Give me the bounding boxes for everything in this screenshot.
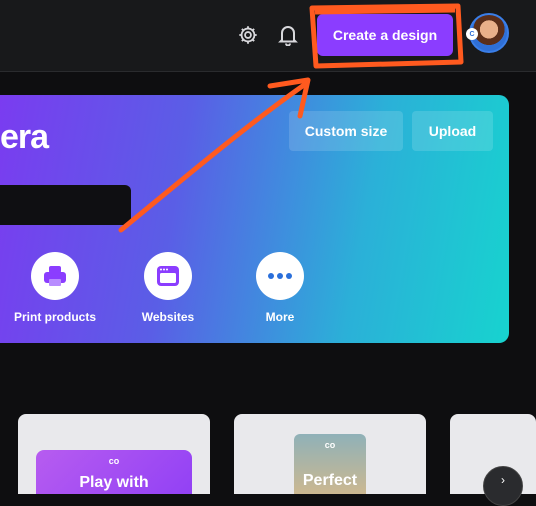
hero-title: era	[0, 118, 49, 156]
bell-icon[interactable]	[274, 21, 302, 49]
template-thumbnail: co Perfect	[294, 434, 366, 494]
gear-icon[interactable]	[234, 21, 262, 49]
account-badge: C	[466, 28, 478, 40]
category-label: Websites	[141, 310, 195, 324]
website-icon	[144, 252, 192, 300]
template-thumbnail: co Play with	[36, 450, 192, 494]
search-input[interactable]	[0, 185, 131, 225]
more-icon	[256, 252, 304, 300]
custom-size-button[interactable]: Custom size	[289, 111, 403, 151]
thumbnail-caption: Play with	[79, 474, 149, 491]
category-websites[interactable]: Websites	[113, 252, 223, 324]
thumbnail-caption: Perfect	[302, 472, 358, 489]
printer-icon	[31, 252, 79, 300]
category-label: Print products	[13, 310, 96, 324]
chevron-right-icon[interactable]: ›	[483, 466, 523, 506]
template-card[interactable]: co Perfect	[234, 414, 426, 494]
category-label: More	[265, 310, 295, 324]
upload-button[interactable]: Upload	[412, 111, 493, 151]
category-print-products[interactable]: Print products	[0, 252, 110, 324]
create-a-design-button[interactable]: Create a design	[317, 14, 453, 56]
top-bar: Create a design C	[0, 0, 536, 72]
brand-logo: co	[324, 440, 336, 450]
template-card[interactable]: co Play with	[18, 414, 210, 494]
category-more[interactable]: More	[225, 252, 335, 324]
brand-logo: co	[108, 456, 120, 466]
